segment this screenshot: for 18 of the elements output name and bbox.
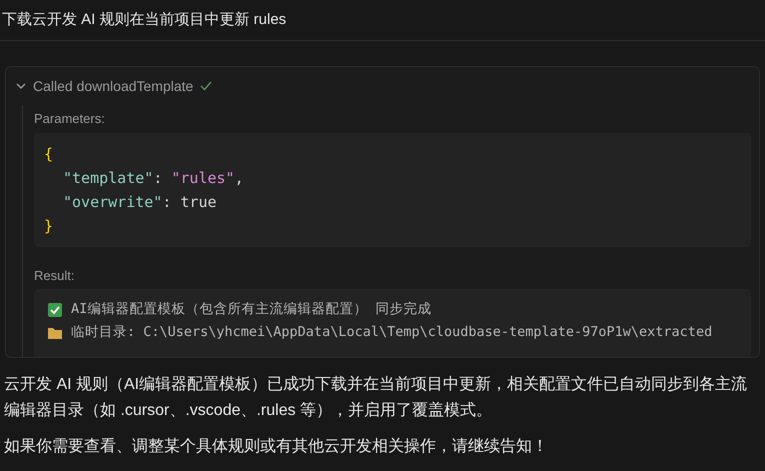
result-label: Result: [34, 266, 76, 285]
result-line: 临时目录: C:\Users\yhcmei\AppData\Local\Temp\cloudbase-template-97oP1w\extracted [71, 323, 712, 342]
parameters-label: Parameters: [34, 110, 106, 128]
paragraph: 云开发 AI 规则（AI编辑器配置模板）已成功下载并在当前项目中更新，相关配置文件已自动同步到各主流编辑器目录（如 .cursor、.vscode、.rules 等），并启用了覆盖模式。 [4, 374, 748, 421]
result-line: AI编辑器配置模板（包含所有主流编辑器配置） 同步完成 [71, 300, 432, 320]
code-token: true [180, 193, 217, 211]
code-token: : [153, 169, 162, 187]
code-token: "rules" [171, 169, 235, 187]
code-token: , [234, 169, 244, 187]
code-token: "template" [63, 169, 154, 187]
code-token: { [44, 145, 54, 163]
code-token: : [162, 193, 172, 211]
message-title: 下载云开发 AI 规则在当前项目中更新 rules [2, 10, 286, 30]
code-token: "overwrite" [63, 193, 162, 211]
checkbox-icon [47, 302, 63, 318]
code-token: } [44, 217, 54, 235]
paragraph: 如果你需要查看、调整某个具体规则或有其他云开发相关操作，请继续告知！ [4, 436, 549, 457]
tool-call-label: Called downloadTemplate [33, 76, 194, 96]
